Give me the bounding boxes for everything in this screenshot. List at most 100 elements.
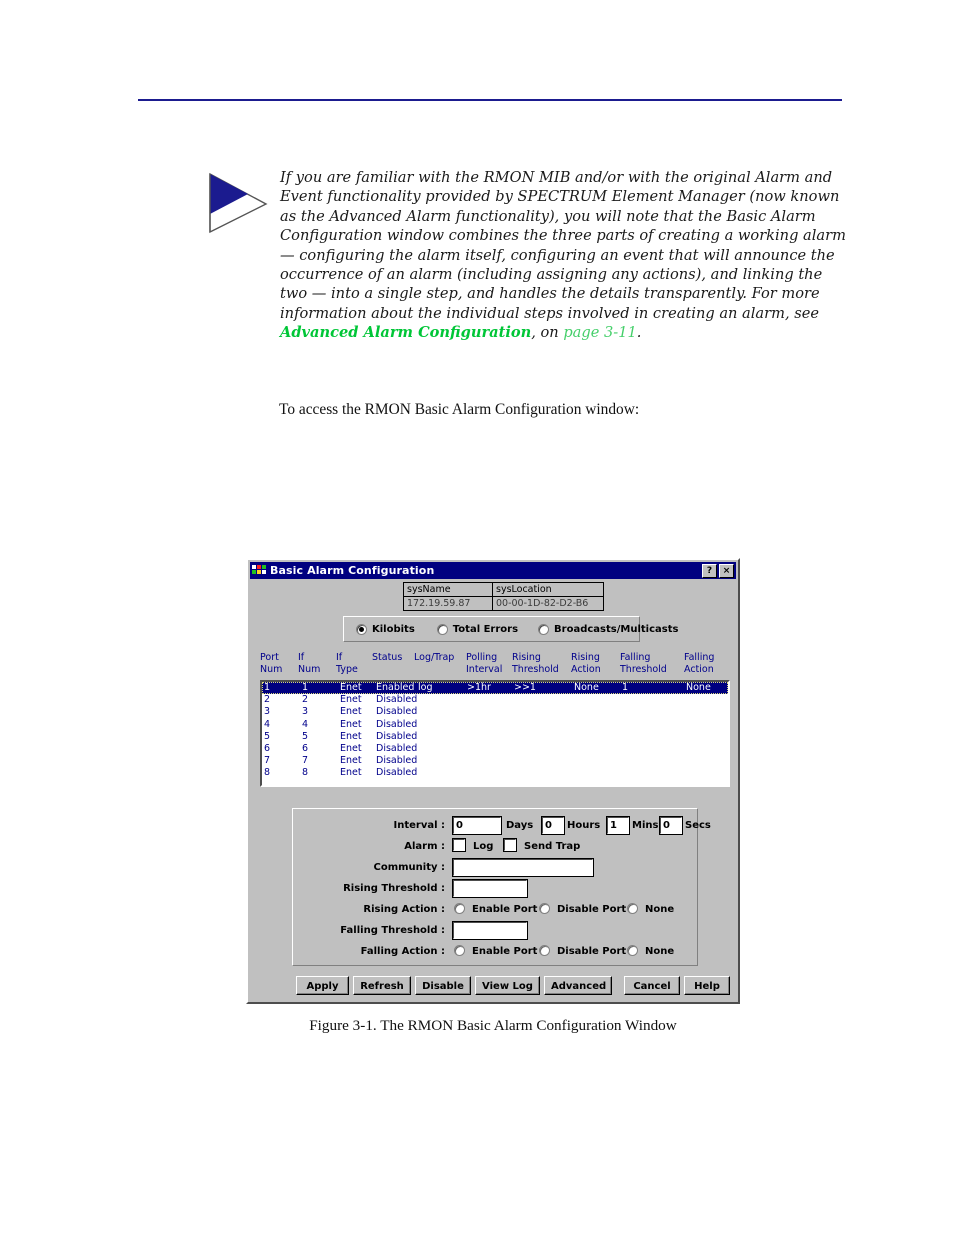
refresh-button[interactable]: Refresh [353,976,411,995]
alarm-log-checkbox[interactable] [452,838,466,852]
table-cell: Disabled [376,742,418,754]
figure-caption: Figure 3-1. The RMON Basic Alarm Configu… [309,1017,677,1034]
table-cell: 8 [264,767,271,779]
table-row[interactable]: 4 4 Enet Disabled [262,719,728,731]
radio-total-errors-label: Total Errors [452,623,519,635]
note-link-advanced-alarm-configuration[interactable]: Advanced Alarm Configuration [280,324,531,341]
rising-action-none-radio[interactable] [627,903,638,914]
radio-broadcasts-multicasts-indicator [538,623,550,635]
radio-kilobits-label: Kilobits [372,623,415,635]
note-text-part1: If you are familiar with the RMON MIB an… [280,169,846,322]
table-row[interactable]: 5 5 Enet Disabled [262,731,728,743]
table-cell: Enet [340,730,362,742]
table-row[interactable]: 3 3 Enet Disabled [262,706,728,718]
table-cell: >1hr [467,682,491,693]
interval-mins-input[interactable] [606,815,630,835]
rising-action-enable-port-radio[interactable] [454,903,465,914]
sysinfo-table: sysName sysLocation 172.19.59.87 00-00-1… [403,582,604,611]
community-row: Community : [293,857,697,877]
triangle-arrow-note-icon [209,172,268,234]
sysinfo-value-row: 172.19.59.87 00-00-1D-82-D2-B6 [403,596,604,611]
dialog-titlebar[interactable]: Basic Alarm Configuration ? × [250,562,736,579]
disable-button[interactable]: Disable [415,976,471,995]
alarm-send-trap-checkbox[interactable] [503,838,517,852]
table-cell: 1 [264,682,271,693]
note-text: If you are familiar with the RMON MIB an… [280,168,846,343]
table-cell: 4 [264,718,271,730]
cancel-button[interactable]: Cancel [624,976,680,995]
rising-threshold-input[interactable] [452,878,528,898]
dialog-title: Basic Alarm Configuration [270,564,435,577]
table-cell: Enet [340,718,362,730]
falling-threshold-label: Falling Threshold : [340,924,445,936]
table-row[interactable]: 8 8 Enet Disabled [262,767,728,779]
falling-action-row: Falling Action : Enable Port Disable Por… [293,941,697,961]
dialog-button-row: Apply Refresh Disable View Log Advanced … [248,976,742,1000]
table-cell: Enet [340,742,362,754]
table-cell: 3 [302,706,309,718]
table-row[interactable]: 6 6 Enet Disabled [262,743,728,755]
table-cell: 1 [302,682,309,693]
table-cell: log [418,682,433,693]
help-window-button[interactable]: ? [702,563,717,578]
note-text-mid: , on [531,324,564,342]
rising-action-disable-port-radio[interactable] [539,903,550,914]
syslocation-value: 00-00-1D-82-D2-B6 [492,596,604,611]
close-window-button[interactable]: × [719,563,734,578]
alarm-table-header: Port Num If Num If Type Status Log/Trap … [260,652,730,678]
col-header-falling-action: Falling Action [684,652,715,675]
table-cell: Enet [340,682,362,693]
table-row[interactable]: 7 7 Enet Disabled [262,755,728,767]
falling-action-enable-port-radio[interactable] [454,945,465,956]
falling-action-none-radio[interactable] [627,945,638,956]
alarm-send-trap-label: Send Trap [524,840,581,852]
advanced-button[interactable]: Advanced [544,976,612,995]
falling-action-disable-port-radio[interactable] [539,945,550,956]
falling-action-none-label: None [645,945,675,957]
alarm-table-listbox[interactable]: 1 1 Enet Enabled log >1hr >>1 None 1 None 2 2 Enet Di… [260,680,730,787]
col-header-port-num: Port Num [260,652,283,675]
alarm-settings-panel: Interval : Days Hours Mins Secs Alarm : … [292,808,711,966]
help-button[interactable]: Help [684,976,730,995]
falling-action-enable-port-label: Enable Port [472,945,538,957]
interval-secs-input[interactable] [659,815,683,835]
interval-days-unit: Days [506,819,534,831]
basic-alarm-configuration-dialog: Basic Alarm Configuration ? × sysName sy… [246,558,740,1004]
col-header-status: Status [372,652,403,663]
note-text-end: . [636,324,642,342]
col-header-polling-interval: Polling Interval [466,652,503,675]
table-cell: 5 [302,730,309,742]
rising-threshold-label: Rising Threshold : [343,882,445,894]
radio-kilobits[interactable]: Kilobits [356,623,415,635]
window-app-icon [252,564,266,577]
rising-action-row: Rising Action : Enable Port Disable Port… [293,899,697,919]
apply-button[interactable]: Apply [296,976,349,995]
table-row[interactable]: 2 2 Enet Disabled [262,694,728,706]
radio-total-errors-indicator [436,623,448,635]
table-cell: Disabled [376,694,418,706]
alarm-row: Alarm : Log Send Trap [293,836,697,856]
note-link-page-3-11[interactable]: page 3-11 [563,324,636,341]
view-log-button[interactable]: View Log [475,976,540,995]
rising-threshold-row: Rising Threshold : [293,878,697,898]
interval-hours-input[interactable] [541,815,565,835]
syslocation-header: sysLocation [492,582,604,597]
table-cell: >>1 [514,682,536,693]
falling-threshold-input[interactable] [452,920,528,940]
table-cell: 2 [302,694,309,706]
alarm-log-label: Log [473,840,494,852]
sysname-value: 172.19.59.87 [403,596,493,611]
radio-total-errors[interactable]: Total Errors [436,623,519,635]
col-header-if-type: If Type [336,652,358,675]
table-cell: 5 [264,730,271,742]
table-cell: 3 [264,706,271,718]
table-cell: 1 [622,682,629,693]
table-cell: Disabled [376,767,418,779]
body-paragraph: To access the RMON Basic Alarm Configura… [279,401,640,418]
radio-broadcasts-multicasts[interactable]: Broadcasts/Multicasts [538,623,678,635]
interval-row: Interval : Days Hours Mins Secs [293,815,711,835]
table-cell: 6 [264,742,271,754]
community-input[interactable] [452,857,594,877]
table-row[interactable]: 1 1 Enet Enabled log >1hr >>1 None 1 None [262,682,728,695]
interval-days-input[interactable] [452,815,502,835]
